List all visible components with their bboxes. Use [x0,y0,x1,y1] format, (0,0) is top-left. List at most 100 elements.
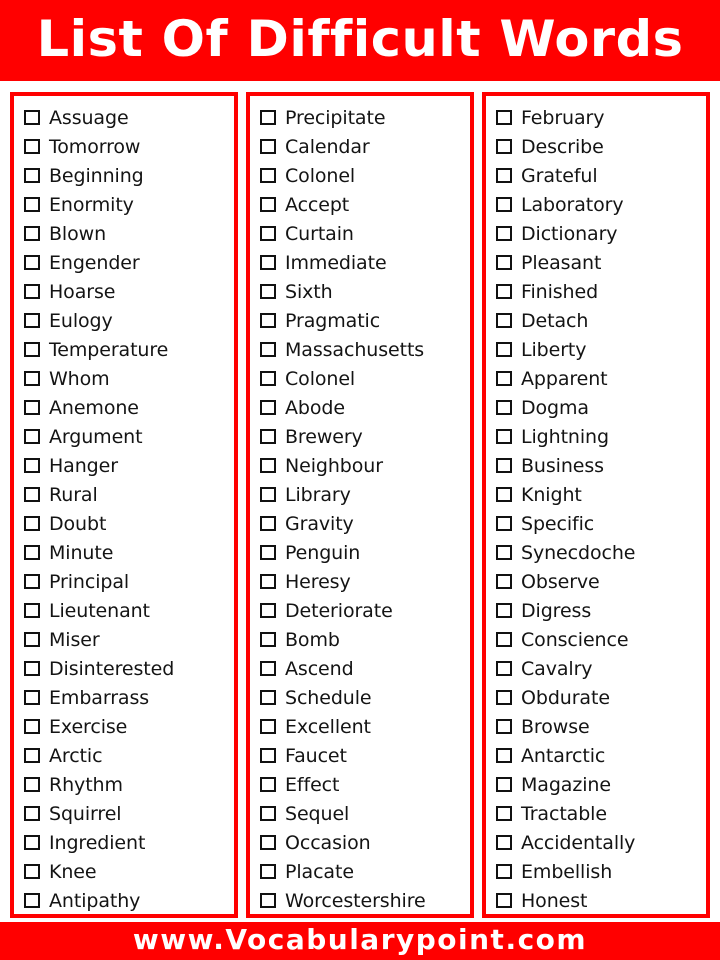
word-list-item[interactable]: Miser [24,626,230,655]
word-list-item[interactable]: Gravity [260,510,466,539]
unchecked-checkbox-icon[interactable] [260,284,276,299]
unchecked-checkbox-icon[interactable] [260,226,276,241]
word-list-item[interactable]: Colonel [260,365,466,394]
word-list-item[interactable]: Ascend [260,655,466,684]
word-list-item[interactable]: Digress [496,597,702,626]
unchecked-checkbox-icon[interactable] [496,690,512,705]
unchecked-checkbox-icon[interactable] [24,661,40,676]
unchecked-checkbox-icon[interactable] [260,574,276,589]
unchecked-checkbox-icon[interactable] [24,313,40,328]
word-list-item[interactable]: Disinterested [24,655,230,684]
word-list-item[interactable]: Magazine [496,771,702,800]
unchecked-checkbox-icon[interactable] [24,400,40,415]
unchecked-checkbox-icon[interactable] [496,342,512,357]
unchecked-checkbox-icon[interactable] [24,719,40,734]
word-list-item[interactable]: Conscience [496,626,702,655]
unchecked-checkbox-icon[interactable] [24,864,40,879]
unchecked-checkbox-icon[interactable] [260,516,276,531]
unchecked-checkbox-icon[interactable] [24,748,40,763]
word-list-item[interactable]: Doubt [24,510,230,539]
word-list-item[interactable]: Brewery [260,423,466,452]
unchecked-checkbox-icon[interactable] [260,748,276,763]
unchecked-checkbox-icon[interactable] [260,545,276,560]
word-list-item[interactable]: Antarctic [496,742,702,771]
word-list-item[interactable]: Whom [24,365,230,394]
word-list-item[interactable]: Deteriorate [260,597,466,626]
word-list-item[interactable]: Knight [496,481,702,510]
unchecked-checkbox-icon[interactable] [24,371,40,386]
word-list-item[interactable]: Excellent [260,713,466,742]
word-list-item[interactable]: Detach [496,307,702,336]
unchecked-checkbox-icon[interactable] [260,632,276,647]
unchecked-checkbox-icon[interactable] [260,371,276,386]
word-list-item[interactable]: Sixth [260,278,466,307]
unchecked-checkbox-icon[interactable] [496,748,512,763]
unchecked-checkbox-icon[interactable] [24,806,40,821]
word-list-item[interactable]: Apparent [496,365,702,394]
unchecked-checkbox-icon[interactable] [260,458,276,473]
word-list-item[interactable]: Calendar [260,133,466,162]
word-list-item[interactable]: Antipathy [24,887,230,914]
unchecked-checkbox-icon[interactable] [24,545,40,560]
unchecked-checkbox-icon[interactable] [24,255,40,270]
word-list-item[interactable]: Grateful [496,162,702,191]
word-list-item[interactable]: Arctic [24,742,230,771]
word-list-item[interactable]: Hanger [24,452,230,481]
word-list-item[interactable]: Occasion [260,829,466,858]
unchecked-checkbox-icon[interactable] [260,719,276,734]
word-list-item[interactable]: Rural [24,481,230,510]
unchecked-checkbox-icon[interactable] [260,110,276,125]
unchecked-checkbox-icon[interactable] [260,313,276,328]
unchecked-checkbox-icon[interactable] [24,777,40,792]
unchecked-checkbox-icon[interactable] [24,429,40,444]
word-list-item[interactable]: Tractable [496,800,702,829]
word-list-item[interactable]: Library [260,481,466,510]
word-list-item[interactable]: Observe [496,568,702,597]
word-list-item[interactable]: Dictionary [496,220,702,249]
unchecked-checkbox-icon[interactable] [24,835,40,850]
unchecked-checkbox-icon[interactable] [496,777,512,792]
word-list-item[interactable]: Enormity [24,191,230,220]
unchecked-checkbox-icon[interactable] [496,806,512,821]
word-list-item[interactable]: Immediate [260,249,466,278]
word-list-item[interactable]: Heresy [260,568,466,597]
word-list-item[interactable]: Blown [24,220,230,249]
unchecked-checkbox-icon[interactable] [496,545,512,560]
unchecked-checkbox-icon[interactable] [24,574,40,589]
word-list-item[interactable]: Dogma [496,394,702,423]
unchecked-checkbox-icon[interactable] [24,197,40,212]
word-list-item[interactable]: Sequel [260,800,466,829]
word-list-item[interactable]: Temperature [24,336,230,365]
unchecked-checkbox-icon[interactable] [496,284,512,299]
word-list-item[interactable]: Rhythm [24,771,230,800]
unchecked-checkbox-icon[interactable] [496,893,512,908]
unchecked-checkbox-icon[interactable] [496,110,512,125]
unchecked-checkbox-icon[interactable] [24,458,40,473]
unchecked-checkbox-icon[interactable] [496,864,512,879]
word-list-item[interactable]: Hoarse [24,278,230,307]
word-list-item[interactable]: Effect [260,771,466,800]
word-list-item[interactable]: Abode [260,394,466,423]
word-list-item[interactable]: Curtain [260,220,466,249]
word-list-item[interactable]: Liberty [496,336,702,365]
unchecked-checkbox-icon[interactable] [496,197,512,212]
unchecked-checkbox-icon[interactable] [260,342,276,357]
unchecked-checkbox-icon[interactable] [496,400,512,415]
unchecked-checkbox-icon[interactable] [24,168,40,183]
word-list-item[interactable]: Browse [496,713,702,742]
word-list-item[interactable]: Embarrass [24,684,230,713]
word-list-item[interactable]: Squirrel [24,800,230,829]
unchecked-checkbox-icon[interactable] [496,719,512,734]
unchecked-checkbox-icon[interactable] [260,400,276,415]
word-list-item[interactable]: Bomb [260,626,466,655]
unchecked-checkbox-icon[interactable] [496,574,512,589]
unchecked-checkbox-icon[interactable] [24,487,40,502]
word-list-item[interactable]: Pleasant [496,249,702,278]
word-list-item[interactable]: Placate [260,858,466,887]
unchecked-checkbox-icon[interactable] [260,806,276,821]
unchecked-checkbox-icon[interactable] [24,226,40,241]
word-list-item[interactable]: Accidentally [496,829,702,858]
unchecked-checkbox-icon[interactable] [496,487,512,502]
unchecked-checkbox-icon[interactable] [260,777,276,792]
word-list-item[interactable]: Honest [496,887,702,914]
